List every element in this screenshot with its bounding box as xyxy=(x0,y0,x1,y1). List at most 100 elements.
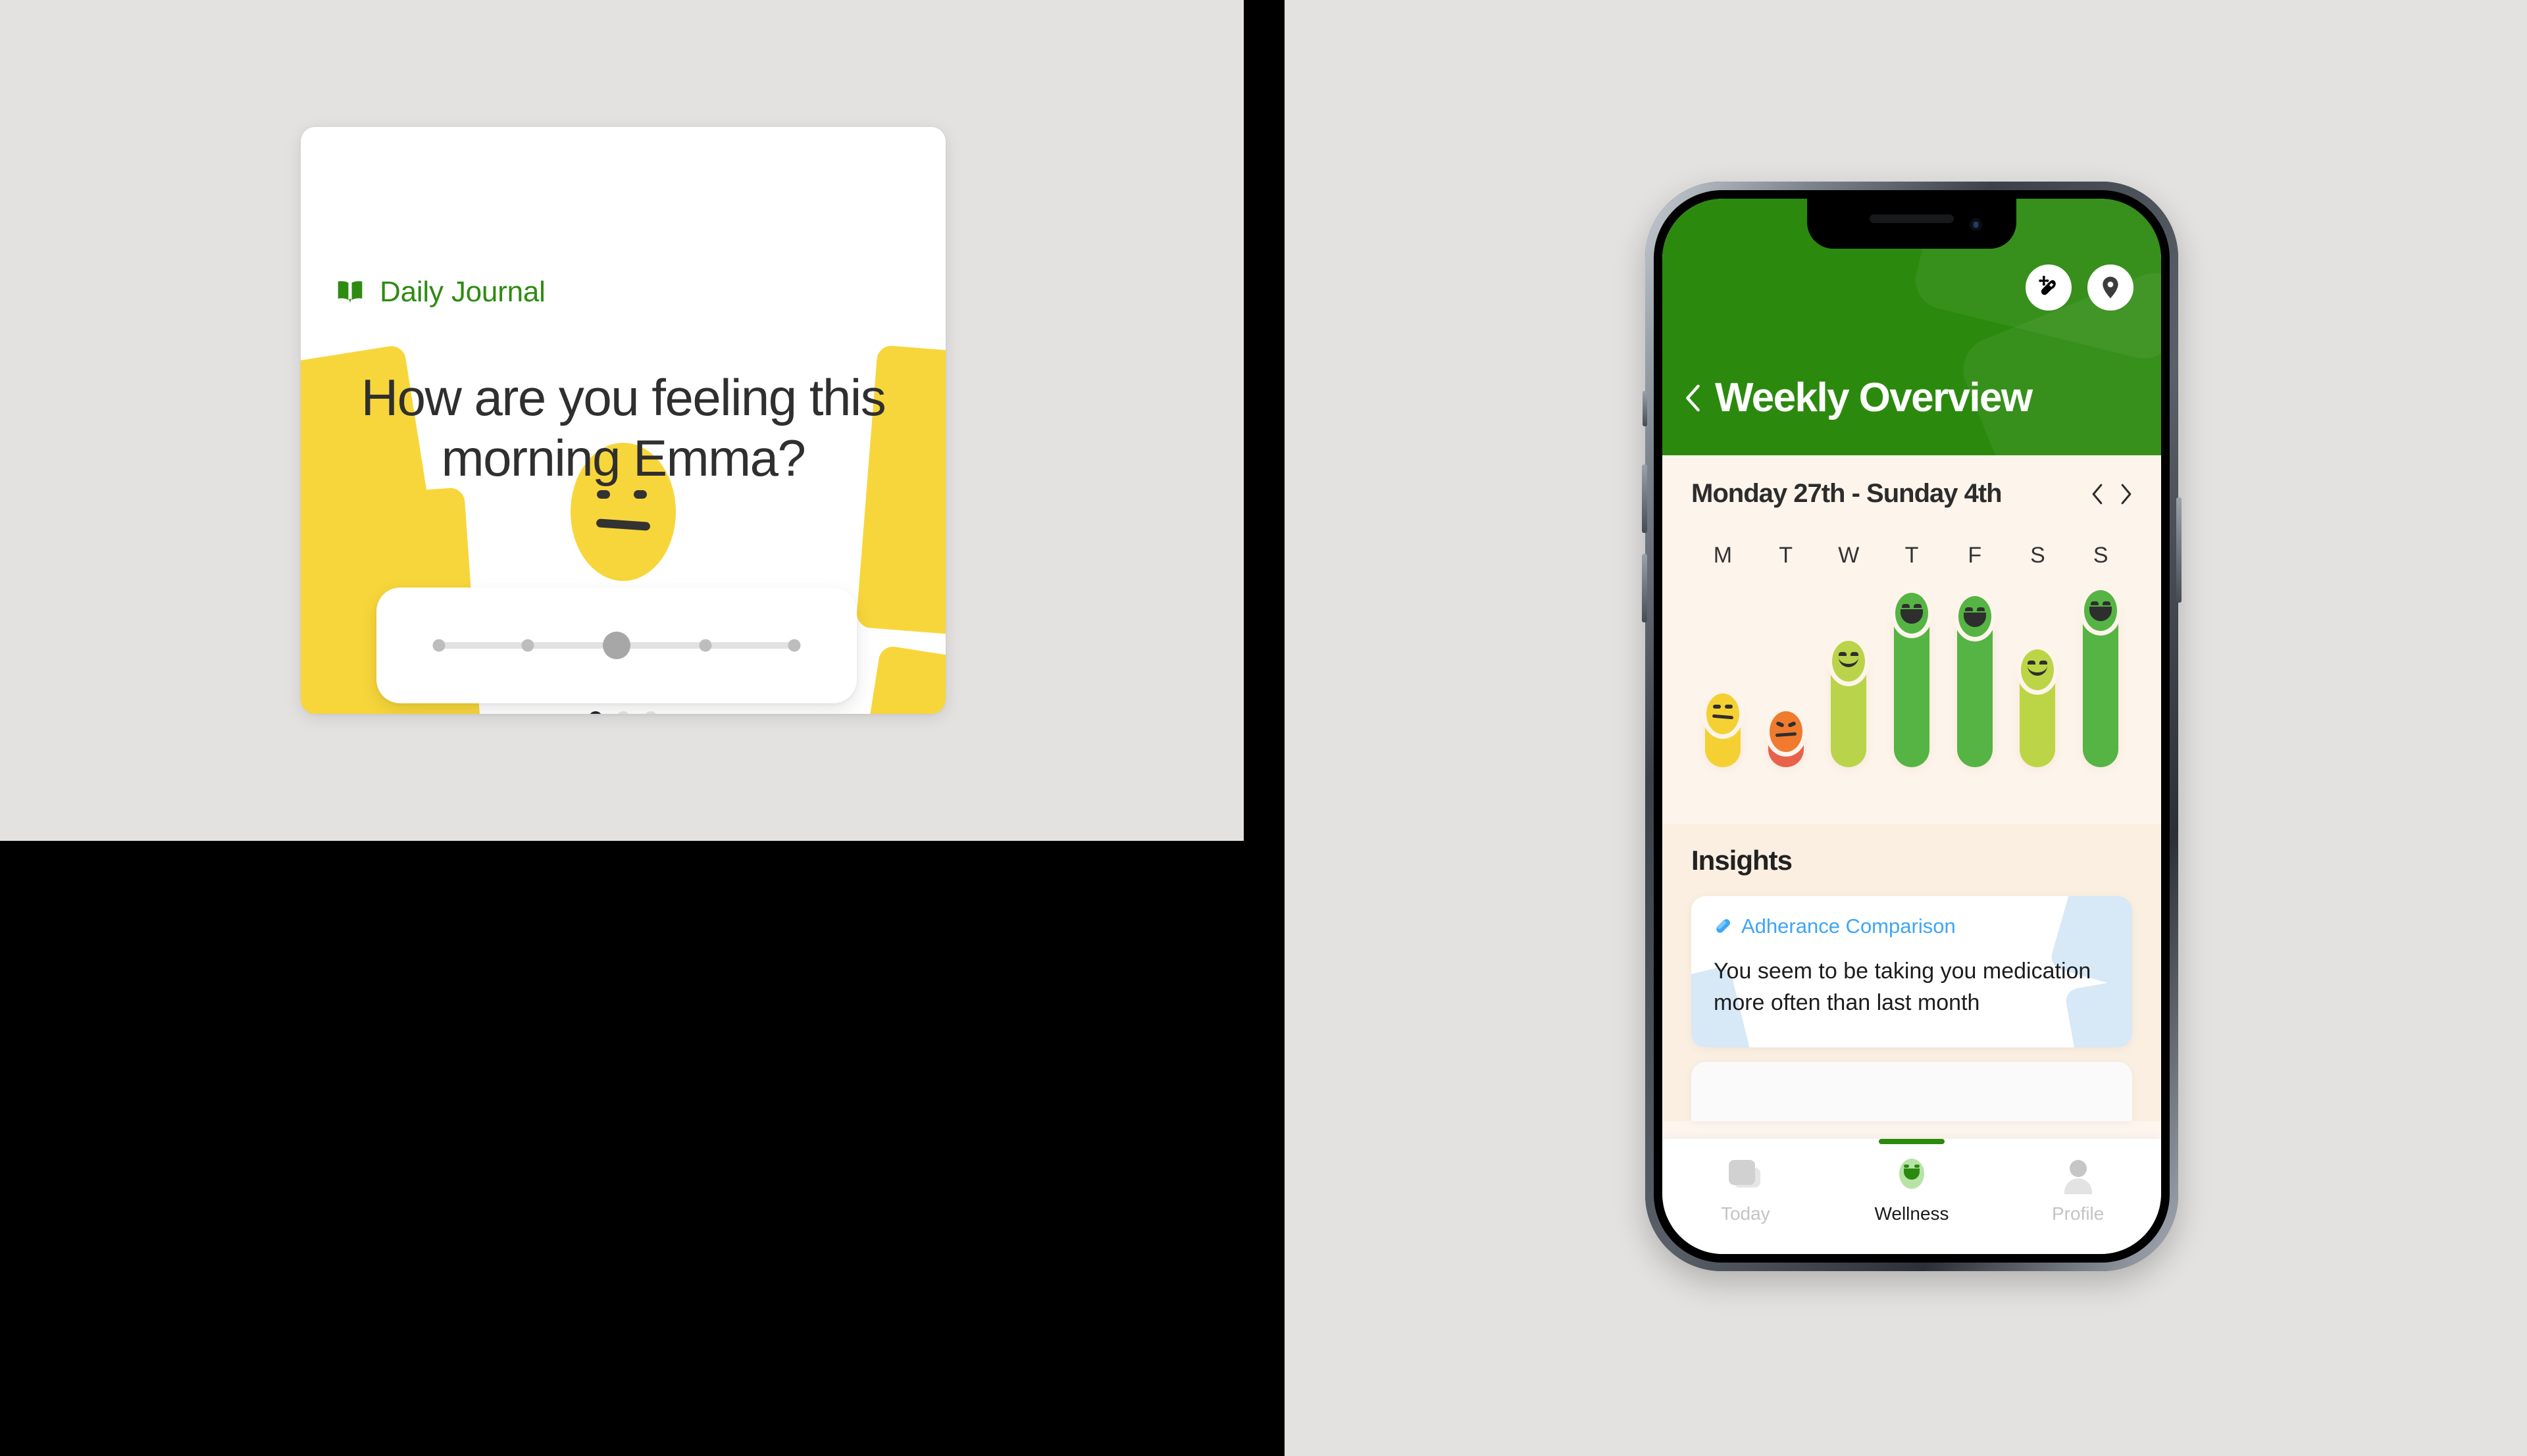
active-tab-indicator xyxy=(1879,1139,1945,1144)
phone-notch xyxy=(1807,199,2016,249)
mood-bar-column[interactable] xyxy=(1817,583,1880,767)
mood-bar-sunday[interactable] xyxy=(2080,586,2122,767)
day-label-saturday: S xyxy=(2030,543,2045,568)
daily-journal-card: Daily Journal How are you feeling this m… xyxy=(301,127,946,714)
volume-down-button[interactable] xyxy=(1642,554,1647,622)
location-pin-icon xyxy=(2103,276,2118,299)
week-selector: Monday 27th - Sunday 4th xyxy=(1691,455,2132,509)
card-front xyxy=(1729,1160,1756,1185)
insights-section: Insights Adherance Comparison You seem t… xyxy=(1662,824,2161,1121)
face-eye-left xyxy=(597,490,610,499)
mood-bar-friday[interactable] xyxy=(1953,591,1996,767)
previous-week-button[interactable] xyxy=(2091,484,2103,505)
mood-bar-column[interactable] xyxy=(1943,583,2006,767)
face-eye-right xyxy=(634,490,647,499)
volume-up-button[interactable] xyxy=(1642,464,1647,533)
mood-eye-right xyxy=(1724,705,1733,709)
insights-title: Insights xyxy=(1691,845,1793,876)
slider-step-1[interactable] xyxy=(432,639,446,652)
day-label-sunday: S xyxy=(2093,543,2108,568)
mood-bar-column[interactable] xyxy=(2006,583,2070,767)
mood-mouth xyxy=(1901,609,1924,624)
weekly-mood-chart: Monday 27th - Sunday 4th M T W T F S S xyxy=(1662,455,2161,824)
mood-eye-right xyxy=(2039,661,2048,665)
mood-eye-left xyxy=(1775,720,1785,728)
mood-bar-monday[interactable] xyxy=(1701,689,1744,767)
mood-bar-tuesday[interactable] xyxy=(1764,707,1807,767)
smiley-mouth xyxy=(1904,1168,1920,1180)
mood-bar-wednesday[interactable] xyxy=(1827,636,1870,767)
mood-bar-column[interactable] xyxy=(1880,583,1943,767)
mood-face-very-happy xyxy=(2080,586,2122,636)
mood-mouth xyxy=(2028,665,2048,676)
mood-face-neutral xyxy=(1701,689,1744,739)
insight-card[interactable]: Adherance Comparison You seem to be taki… xyxy=(1691,896,2132,1047)
person-icon xyxy=(2059,1156,2097,1194)
week-range-label: Monday 27th - Sunday 4th xyxy=(1691,479,2003,508)
page-title: Weekly Overview xyxy=(1715,375,2033,420)
mood-face-angry xyxy=(1764,707,1807,757)
mute-switch[interactable] xyxy=(1643,391,1647,426)
mood-bar-column[interactable] xyxy=(2069,583,2132,767)
tab-today-label: Today xyxy=(1720,1203,1770,1224)
pagination-dot-1[interactable] xyxy=(589,711,602,714)
pharmacy-locator-button[interactable] xyxy=(2087,264,2133,311)
mood-eye-left xyxy=(1839,652,1847,656)
mood-face-very-happy xyxy=(1953,591,1996,641)
pagination-dot-2[interactable] xyxy=(617,711,630,714)
mood-bar-column[interactable] xyxy=(1754,583,1818,767)
mood-bar-thursday[interactable] xyxy=(1891,588,1933,767)
mood-eye-left xyxy=(2028,661,2036,665)
day-label-friday: F xyxy=(1968,543,1982,568)
slider-step-5[interactable] xyxy=(788,639,801,652)
mood-face-very-happy xyxy=(1891,588,1933,638)
tab-today[interactable]: Today xyxy=(1662,1156,1829,1224)
slider-thumb[interactable] xyxy=(603,632,630,659)
mood-eye-left xyxy=(1712,705,1721,709)
mood-eye-right xyxy=(1851,652,1859,656)
back-button[interactable] xyxy=(1685,384,1700,412)
tab-profile[interactable]: Profile xyxy=(1995,1156,2161,1224)
smiley-icon xyxy=(1893,1156,1931,1194)
mood-mouth xyxy=(1775,732,1797,738)
decorative-yellow-shape xyxy=(847,644,946,714)
day-labels-row: MTWTFSS xyxy=(1691,543,2132,568)
mood-face-happy xyxy=(1827,636,1870,686)
header-actions xyxy=(2026,264,2133,311)
mood-slider[interactable] xyxy=(432,632,801,659)
pill-icon xyxy=(1716,919,1731,933)
screenshot-canvas: Daily Journal How are you feeling this m… xyxy=(0,0,2527,1456)
camera-lens xyxy=(1974,222,1978,228)
insight-body: You seem to be taking you medication mor… xyxy=(1714,959,2091,1016)
slider-step-4[interactable] xyxy=(699,639,712,652)
phone-screen: Weekly Overview Monday 27th - Sunday 4th xyxy=(1662,199,2161,1254)
power-button[interactable] xyxy=(2176,497,2182,603)
person-head xyxy=(2069,1160,2087,1177)
background-panel-black xyxy=(0,841,1285,1456)
open-book-icon xyxy=(338,281,363,303)
face-mouth xyxy=(596,518,651,531)
insight-card-next[interactable] xyxy=(1691,1062,2132,1121)
mood-mouth xyxy=(2089,607,2112,621)
day-label-monday: M xyxy=(1713,543,1733,568)
slider-step-2[interactable] xyxy=(521,639,534,652)
day-label-thursday: T xyxy=(1904,543,1919,568)
front-camera xyxy=(1970,218,1982,231)
mood-eye-left xyxy=(2091,601,2099,605)
mood-bar-saturday[interactable] xyxy=(2016,645,2059,767)
tab-wellness[interactable]: Wellness xyxy=(1829,1139,1995,1224)
mood-slider-card xyxy=(376,588,857,703)
tab-wellness-label: Wellness xyxy=(1874,1203,1949,1224)
smiley-face xyxy=(1899,1159,1924,1189)
mood-bars-row xyxy=(1691,583,2132,767)
next-week-button[interactable] xyxy=(2120,484,2132,505)
week-nav xyxy=(2091,484,2132,505)
pagination-dot-3[interactable] xyxy=(644,711,657,714)
smiley-eye-left xyxy=(1904,1165,1909,1168)
cards-icon xyxy=(1726,1156,1764,1194)
insight-category: Adherance Comparison xyxy=(1741,915,1956,938)
journal-question: How are you feeling this morning Emma? xyxy=(361,368,886,488)
mood-bar-column[interactable] xyxy=(1691,583,1754,767)
mood-mouth xyxy=(1712,714,1734,720)
add-medication-button[interactable] xyxy=(2026,264,2072,311)
